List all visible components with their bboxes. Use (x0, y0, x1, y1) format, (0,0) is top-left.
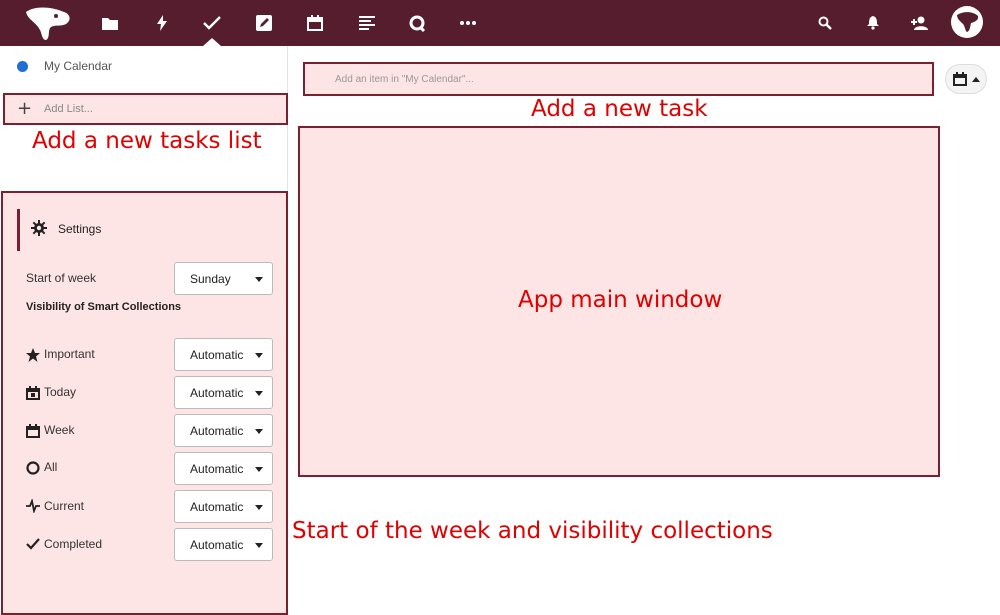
talk-icon[interactable] (405, 11, 429, 35)
add-task-placeholder: Add an item in "My Calendar"... (335, 74, 474, 85)
news-icon[interactable] (355, 11, 379, 35)
start-of-week-select[interactable]: Sunday (174, 262, 273, 295)
avatar[interactable] (951, 6, 983, 38)
collection-select-completed[interactable]: Automatic (174, 528, 273, 561)
calendar-today-icon (26, 386, 40, 400)
collection-value: Automatic (190, 538, 244, 552)
active-nav-indicator (203, 38, 221, 46)
contacts-icon[interactable] (909, 12, 931, 34)
collection-label-completed: Completed (44, 537, 103, 551)
circle-icon (26, 461, 40, 475)
chevron-down-icon (255, 353, 263, 358)
calendar-color-dot (17, 61, 28, 72)
collection-select-week[interactable]: Automatic (174, 414, 273, 447)
activity-icon[interactable] (150, 11, 174, 35)
collection-label-current: Current (44, 499, 85, 513)
notes-icon[interactable] (252, 11, 276, 35)
annotation-settings: Start of the week and visibility collect… (292, 518, 773, 544)
calendar-list-item[interactable]: My Calendar (0, 52, 288, 82)
add-task-input[interactable]: Add an item in "My Calendar"... (303, 62, 934, 96)
add-list-label: Add List... (44, 103, 93, 115)
calendar-sort-button[interactable] (945, 64, 987, 94)
chevron-down-icon (255, 505, 263, 510)
pulse-icon (26, 499, 40, 513)
chevron-down-icon (255, 467, 263, 472)
calendar-icon[interactable] (303, 11, 327, 35)
collection-select-all[interactable]: Automatic (174, 452, 273, 485)
main-window: App main window (298, 126, 940, 477)
visibility-heading: Visibility of Smart Collections (26, 301, 182, 313)
more-icon[interactable] (456, 11, 480, 35)
collection-value: Automatic (190, 386, 244, 400)
collection-select-important[interactable]: Automatic (174, 338, 273, 371)
settings-title: Settings (58, 222, 102, 236)
collection-label-today: Today (44, 385, 77, 399)
collection-label-week: Week (44, 423, 75, 437)
chevron-down-icon (255, 277, 263, 282)
add-list-button[interactable]: + Add List... (3, 93, 288, 125)
start-of-week-label: Start of week (26, 271, 97, 285)
collection-value: Automatic (190, 500, 244, 514)
plus-icon: + (17, 98, 33, 119)
app-logo[interactable] (20, 4, 76, 42)
annotation-add-list: Add a new tasks list (32, 128, 262, 154)
sidebar: My Calendar + Add List... Add a new task… (0, 46, 288, 615)
collection-label-all: All (44, 460, 58, 474)
settings-header[interactable]: Settings (17, 209, 247, 251)
files-icon[interactable] (98, 11, 122, 35)
star-icon (26, 348, 40, 362)
collection-value: Automatic (190, 424, 244, 438)
tasks-icon[interactable] (200, 11, 224, 35)
search-icon[interactable] (814, 12, 836, 34)
chevron-down-icon (255, 391, 263, 396)
check-icon (26, 538, 40, 550)
calendar-icon (953, 72, 967, 86)
chevron-down-icon (255, 429, 263, 434)
top-bar (0, 0, 1000, 46)
annotation-main-window: App main window (518, 287, 723, 313)
notifications-icon[interactable] (862, 12, 884, 34)
collection-value: Automatic (190, 348, 244, 362)
gear-icon (31, 220, 47, 236)
annotation-add-task: Add a new task (531, 96, 708, 122)
collection-select-today[interactable]: Automatic (174, 376, 273, 409)
collection-label-important: Important (44, 347, 95, 361)
collection-select-current[interactable]: Automatic (174, 490, 273, 523)
calendar-label: My Calendar (44, 59, 113, 73)
chevron-down-icon (255, 543, 263, 548)
collection-value: Automatic (190, 462, 244, 476)
start-of-week-value: Sunday (190, 272, 231, 286)
settings-panel: Settings Start of week Sunday Visibility… (1, 191, 288, 615)
chevron-up-icon (972, 77, 980, 82)
calendar-week-icon (26, 424, 40, 438)
